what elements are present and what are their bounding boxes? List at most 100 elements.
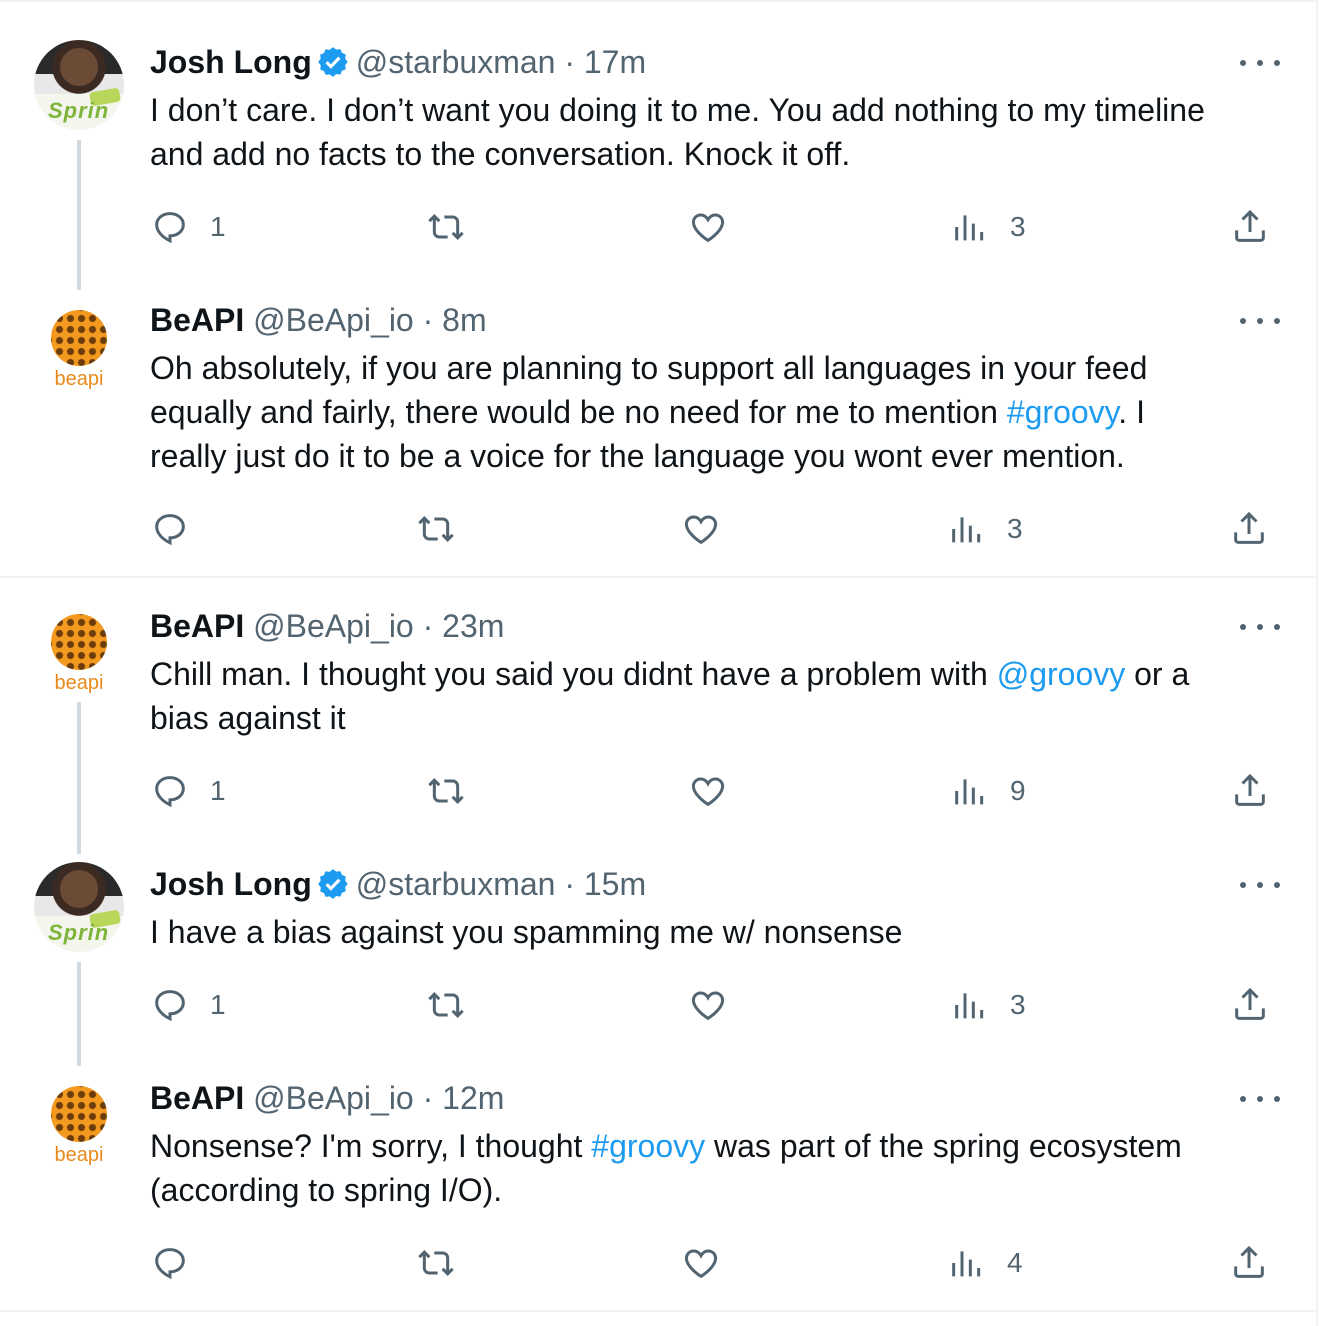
- more-icon[interactable]: [1240, 53, 1280, 73]
- conversation-feed: Sprin Josh Long @starbuxman · 17m I don’t…: [0, 0, 1318, 1326]
- reply-button[interactable]: [150, 507, 190, 551]
- share-icon: [1235, 987, 1265, 1020]
- tweet-actions: 3: [0, 507, 1316, 551]
- retweet-button[interactable]: [416, 1241, 456, 1285]
- text-span: . I: [1118, 394, 1145, 430]
- avatar-beapi[interactable]: beapi: [34, 308, 124, 398]
- like-button[interactable]: [681, 507, 721, 551]
- tweet-text: I don’t care. I don’t want you doing it …: [150, 88, 1290, 176]
- reply-icon: [155, 1248, 185, 1280]
- reply-icon: [155, 776, 185, 808]
- author-name[interactable]: Josh Long: [150, 866, 312, 902]
- author-handle-time[interactable]: @BeApi_io · 12m: [253, 1080, 504, 1116]
- text-span: or a: [1125, 656, 1190, 692]
- avatar-josh-long[interactable]: Sprin: [34, 862, 124, 952]
- like-icon: [691, 777, 725, 807]
- author-handle-time[interactable]: @starbuxman · 15m: [356, 866, 646, 902]
- verified-badge-icon: [317, 869, 348, 899]
- share-button[interactable]: [1230, 983, 1270, 1027]
- tweet-text-line: I have a bias against you spamming me w/…: [150, 914, 903, 950]
- mention-link[interactable]: @groovy: [997, 656, 1126, 692]
- like-button[interactable]: [688, 769, 728, 813]
- author-handle-time[interactable]: @BeApi_io · 8m: [253, 302, 486, 338]
- views-count: 3: [1010, 211, 1026, 242]
- hashtag-link[interactable]: #groovy: [591, 1128, 705, 1164]
- text-span: equally and fairly, there would be no ne…: [150, 394, 1007, 430]
- conversation-divider: [0, 1310, 1316, 1312]
- share-button[interactable]: [1230, 769, 1270, 813]
- more-icon[interactable]: [1240, 311, 1280, 331]
- retweet-icon: [428, 992, 464, 1018]
- views-button[interactable]: 3: [950, 205, 1026, 249]
- share-button[interactable]: [1229, 507, 1269, 551]
- beapi-logo-ball: [51, 310, 107, 366]
- more-icon[interactable]: [1240, 1089, 1280, 1109]
- views-count: 4: [1007, 1247, 1023, 1278]
- beapi-logo-text: beapi: [54, 368, 104, 390]
- author-handle-time[interactable]: @BeApi_io · 23m: [253, 608, 504, 644]
- tweet-actions: 1 3: [0, 983, 1316, 1027]
- tweet-text: I have a bias against you spamming me w/…: [150, 910, 1290, 954]
- like-button[interactable]: [681, 1241, 721, 1285]
- avatar-josh-long[interactable]: Sprin: [34, 40, 124, 130]
- retweet-button[interactable]: [426, 205, 466, 249]
- tweet-text-line: really just do it to be a voice for the …: [150, 438, 1125, 474]
- reply-button[interactable]: 1: [150, 983, 226, 1027]
- beapi-logo-text: beapi: [54, 1144, 104, 1166]
- author-handle-time[interactable]: @starbuxman · 17m: [356, 44, 646, 80]
- author-name[interactable]: Josh Long: [150, 44, 312, 80]
- tweet-header: BeAPI @BeApi_io · 12m: [150, 1078, 504, 1118]
- tweet-text: Chill man. I thought you said you didnt …: [150, 652, 1290, 740]
- verified-badge-icon: [317, 47, 348, 77]
- author-name[interactable]: BeAPI: [150, 608, 244, 644]
- avatar-shirt-text: Sprin: [48, 98, 110, 123]
- reply-icon: [155, 212, 185, 244]
- tweet-actions: 1 3: [0, 205, 1316, 249]
- retweet-button[interactable]: [426, 983, 466, 1027]
- like-button[interactable]: [688, 205, 728, 249]
- tweet-text-line: equally and fairly, there would be no ne…: [150, 390, 1290, 434]
- retweet-icon: [428, 214, 464, 240]
- like-button[interactable]: [688, 983, 728, 1027]
- views-icon: [955, 993, 984, 1019]
- reply-count: 1: [210, 989, 226, 1020]
- share-button[interactable]: [1229, 1241, 1269, 1285]
- avatar-beapi[interactable]: beapi: [34, 1084, 124, 1174]
- views-button[interactable]: 3: [947, 507, 1023, 551]
- share-button[interactable]: [1230, 205, 1270, 249]
- views-icon: [952, 517, 981, 543]
- views-button[interactable]: 4: [947, 1241, 1023, 1285]
- views-icon: [955, 779, 984, 805]
- text-span: Nonsense? I'm sorry, I thought: [150, 1128, 592, 1164]
- tweet-actions: 1 9: [0, 769, 1316, 813]
- text-span: Chill man. I thought you said you didnt …: [150, 656, 997, 692]
- views-button[interactable]: 3: [950, 983, 1026, 1027]
- hashtag-link[interactable]: #groovy: [1007, 394, 1118, 430]
- reply-icon: [155, 514, 185, 546]
- like-icon: [691, 991, 725, 1021]
- avatar-beapi[interactable]: beapi: [34, 612, 124, 702]
- author-name[interactable]: BeAPI: [150, 1080, 244, 1116]
- tweet-text-line: (according to spring I/O).: [150, 1172, 503, 1208]
- tweet-text-line: Nonsense? I'm sorry, I thought #groovy w…: [150, 1124, 1290, 1168]
- tweet-text: Nonsense? I'm sorry, I thought #groovy w…: [150, 1124, 1290, 1212]
- reply-count: 1: [210, 211, 226, 242]
- reply-icon: [155, 990, 185, 1022]
- avatar-shirt-text: Sprin: [48, 920, 110, 945]
- like-icon: [684, 1249, 718, 1279]
- more-icon[interactable]: [1240, 875, 1280, 895]
- more-icon[interactable]: [1240, 617, 1280, 637]
- tweet-header: Josh Long @starbuxman · 17m: [150, 42, 646, 82]
- reply-button[interactable]: [150, 1241, 190, 1285]
- reply-count: 1: [210, 775, 226, 806]
- tweet-text-line: I don’t care. I don’t want you doing it …: [150, 92, 1205, 128]
- reply-button[interactable]: 1: [150, 769, 226, 813]
- retweet-icon: [418, 1250, 454, 1276]
- views-button[interactable]: 9: [950, 769, 1026, 813]
- retweet-icon: [418, 516, 454, 542]
- beapi-logo-ball: [51, 614, 107, 670]
- reply-button[interactable]: 1: [150, 205, 226, 249]
- retweet-button[interactable]: [426, 769, 466, 813]
- retweet-button[interactable]: [416, 507, 456, 551]
- author-name[interactable]: BeAPI: [150, 302, 244, 338]
